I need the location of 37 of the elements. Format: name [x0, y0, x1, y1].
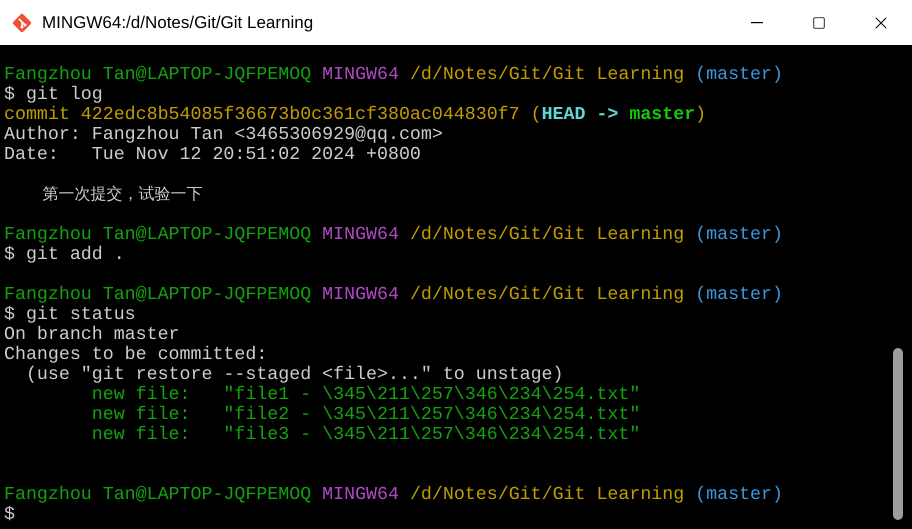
prompt-system: MINGW64	[322, 285, 399, 305]
terminal-text: $ git log	[4, 85, 103, 105]
prompt-system: MINGW64	[322, 65, 399, 85]
prompt-user: Fangzhou Tan@LAPTOP-JQFPEMOQ	[4, 285, 312, 305]
prompt-branch: (master)	[695, 285, 783, 305]
terminal-text: On branch master	[4, 325, 180, 345]
prompt-user: Fangzhou Tan@LAPTOP-JQFPEMOQ	[4, 485, 312, 505]
head-ref: HEAD ->	[542, 105, 618, 125]
terminal-text: $ git status	[4, 305, 136, 325]
maximize-icon	[812, 16, 826, 30]
staged-file: new file: "file3 - \345\211\257\346\234\254.txt"	[90, 425, 640, 445]
prompt-user: Fangzhou Tan@LAPTOP-JQFPEMOQ	[4, 65, 312, 85]
prompt-user: Fangzhou Tan@LAPTOP-JQFPEMOQ	[4, 225, 312, 245]
prompt-path: /d/Notes/Git/Git Learning	[410, 65, 684, 85]
commit-message: 第一次提交，试验一下	[41, 185, 202, 205]
prompt-system: MINGW64	[322, 485, 399, 505]
terminal-text: Author: Fangzhou Tan <3465306929@qq.com>	[4, 125, 443, 145]
minimize-icon	[751, 22, 763, 24]
scrollbar-thumb[interactable]	[893, 348, 903, 520]
staged-file: new file: "file2 - \345\211\257\346\234\254.txt"	[90, 405, 640, 425]
terminal-text: $ git add .	[4, 245, 125, 265]
staged-file: new file: "file1 - \345\211\257\346\234\254.txt"	[90, 385, 640, 405]
terminal-text: Date: Tue Nov 12 20:51:02 2024 +0800	[4, 145, 421, 165]
terminal-text: $	[4, 505, 15, 525]
commit-paren: )	[695, 105, 706, 125]
prompt-path: /d/Notes/Git/Git Learning	[410, 225, 684, 245]
prompt-branch: (master)	[695, 485, 783, 505]
prompt-path: /d/Notes/Git/Git Learning	[410, 285, 684, 305]
prompt-branch: (master)	[695, 225, 783, 245]
window-title: MINGW64:/d/Notes/Git/Git Learning	[42, 12, 314, 34]
prompt-system: MINGW64	[322, 225, 399, 245]
commit-hash: commit 422edc8b54085f36673b0c361cf380ac044830f7 (	[4, 105, 542, 125]
terminal-text: (use "git restore --staged <file>..." to unstage)	[24, 365, 564, 385]
terminal-text: Changes to be committed:	[4, 345, 268, 365]
prompt-branch: (master)	[695, 65, 783, 85]
branch-ref: master	[629, 105, 696, 125]
prompt-path: /d/Notes/Git/Git Learning	[410, 485, 684, 505]
